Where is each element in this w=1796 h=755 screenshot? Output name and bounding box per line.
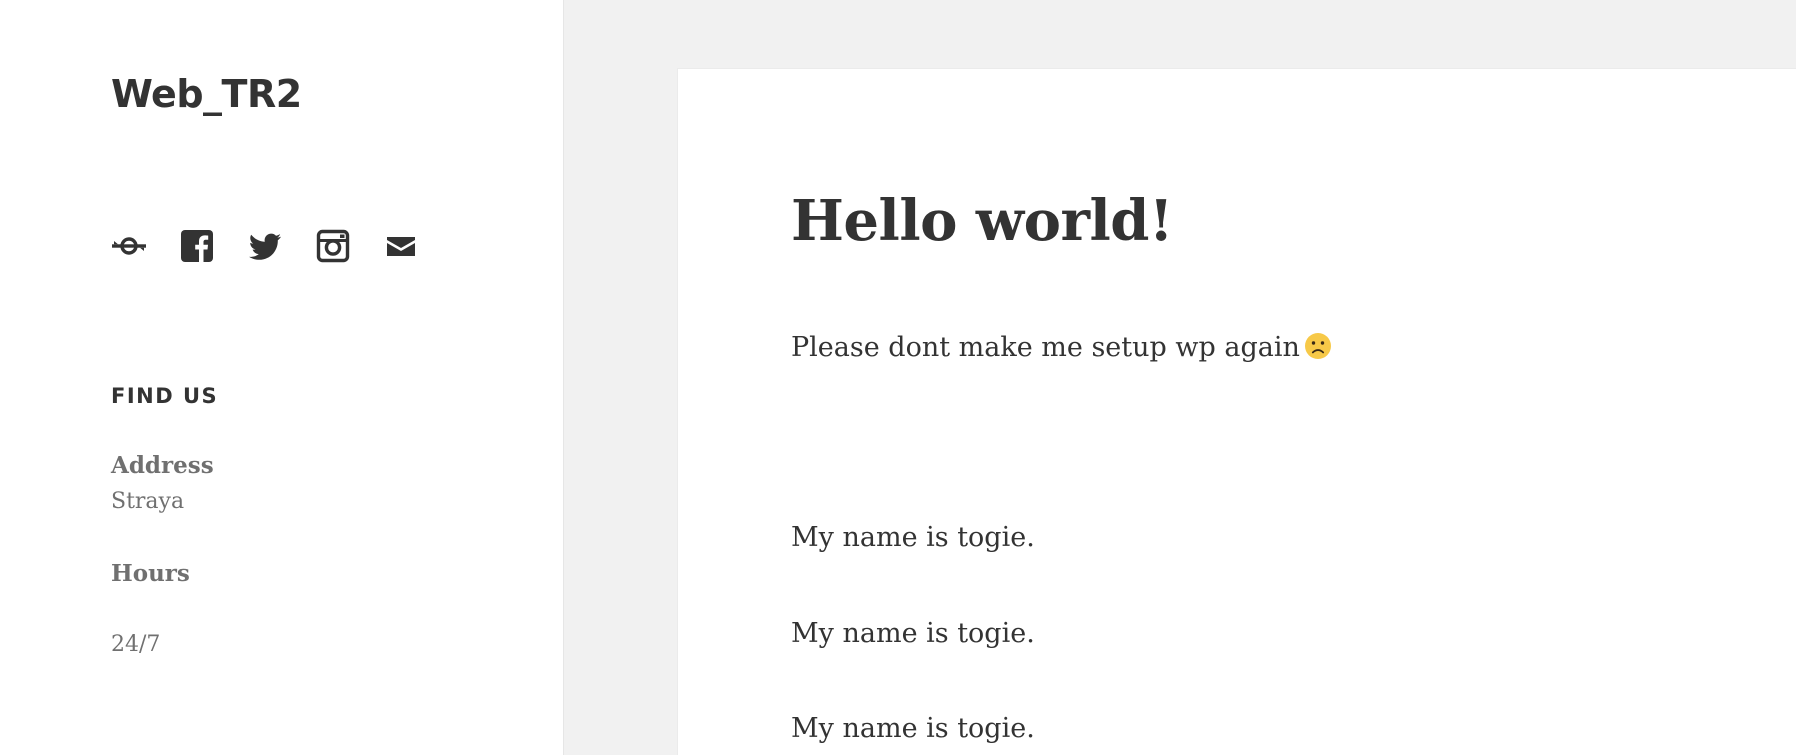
sidebar: Web_TR2 FIND US Address Straya Hours 24/…: [0, 0, 564, 755]
post-card: Hello world! Please dont make me setup w…: [677, 68, 1796, 755]
address-value: Straya: [111, 489, 185, 514]
instagram-icon: [316, 229, 350, 263]
mail-icon: [387, 237, 415, 256]
address-label: Address: [111, 452, 214, 479]
find-us-widget: FIND US Address Straya Hours 24/7: [111, 380, 491, 657]
post-paragraph: My name is togie.: [791, 618, 1035, 649]
post-paragraph: My name is togie.: [791, 522, 1035, 553]
twitter-icon: [249, 233, 281, 260]
site-title[interactable]: Web_TR2: [111, 66, 302, 122]
social-navigation: [111, 228, 451, 264]
widget-title: FIND US: [111, 384, 219, 408]
post-paragraph-intro: Please dont make me setup wp again: [791, 328, 1332, 368]
wordpress-icon: [112, 237, 146, 255]
social-link-wordpress[interactable]: [111, 228, 147, 264]
social-link-instagram[interactable]: [315, 228, 351, 264]
post-title[interactable]: Hello world!: [791, 185, 1174, 257]
facebook-icon: [181, 230, 213, 262]
social-link-facebook[interactable]: [179, 228, 215, 264]
post-paragraph-text: Please dont make me setup wp again: [791, 332, 1300, 363]
slightly-frowning-face-icon: [1304, 333, 1331, 359]
hours-label: Hours: [111, 560, 190, 587]
post-paragraph: My name is togie.: [791, 713, 1035, 744]
social-link-mail[interactable]: [383, 228, 419, 264]
social-link-twitter[interactable]: [247, 228, 283, 264]
hours-value: 24/7: [111, 632, 161, 657]
